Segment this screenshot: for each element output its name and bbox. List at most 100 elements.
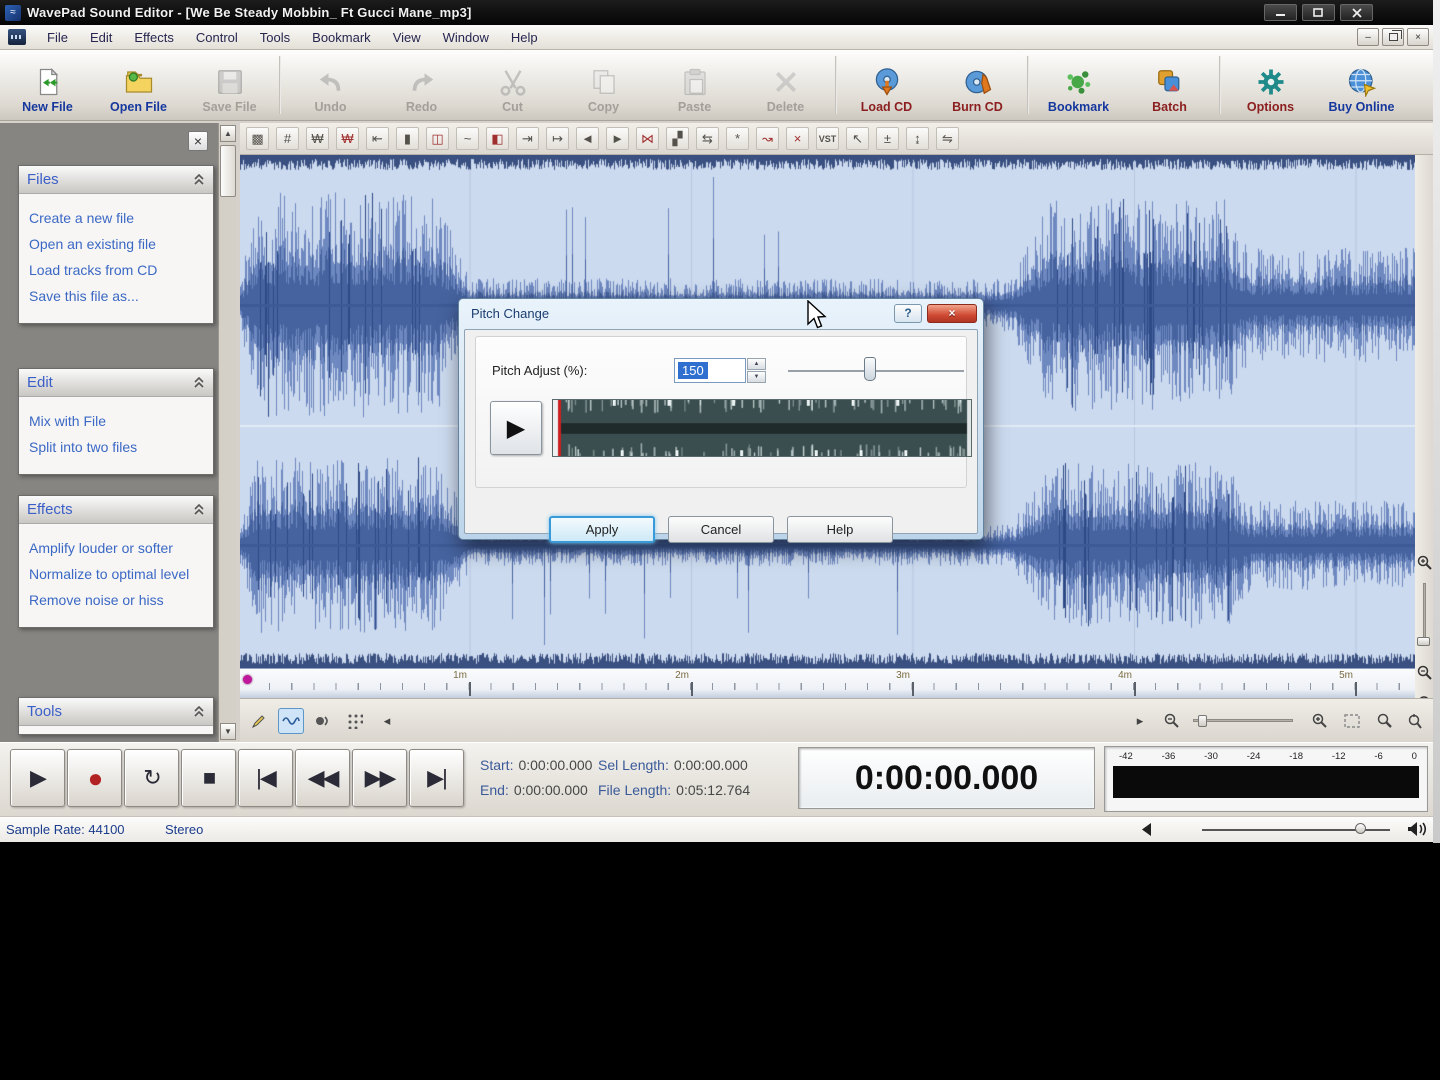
batch-button[interactable]: Batch [1124, 53, 1215, 117]
record-button[interactable]: ● [67, 749, 122, 807]
sidebar-close-button[interactable]: × [188, 131, 208, 151]
apply-button[interactable]: Apply [549, 516, 655, 543]
edit-tool-icon-10[interactable]: ⇥ [516, 127, 539, 150]
scroll-back-button[interactable]: ◂ [374, 708, 400, 734]
minimize-button[interactable] [1264, 4, 1297, 21]
link-mix-with-file[interactable]: Mix with File [29, 412, 201, 431]
edit-tool-icon-16[interactable]: ⇆ [696, 127, 719, 150]
scroll-up-icon[interactable]: ▲ [220, 125, 236, 142]
undo-button[interactable]: Undo [285, 53, 376, 117]
zoom-in-button[interactable] [1307, 708, 1333, 734]
playhead-marker[interactable] [243, 675, 252, 684]
save-file-button[interactable]: Save File [184, 53, 275, 117]
options-button[interactable]: Options [1225, 53, 1316, 117]
pitch-adjust-spinner[interactable]: ▲ ▼ [747, 358, 766, 383]
link-load-tracks-cd[interactable]: Load tracks from CD [29, 261, 201, 280]
close-button[interactable] [1340, 4, 1373, 21]
collapse-chevron-icon[interactable] [193, 174, 205, 185]
edit-tool-icon-21[interactable]: ↖ [846, 127, 869, 150]
dialog-help-button[interactable]: ? [894, 303, 922, 323]
scroll-forward-button[interactable]: ▸ [1127, 708, 1153, 734]
go-to-start-button[interactable]: |◀ [238, 749, 293, 807]
sidebar-scrollbar[interactable]: ▲ ▼ [218, 123, 236, 742]
grid-tool-button[interactable] [342, 708, 368, 734]
edit-tool-icon-6[interactable]: ▮ [396, 127, 419, 150]
speaker-loud-icon[interactable] [1408, 820, 1428, 838]
rewind-button[interactable]: ◀◀ [295, 749, 350, 807]
edit-tool-icon-9[interactable]: ◧ [486, 127, 509, 150]
zoom-selection-button[interactable] [1371, 708, 1397, 734]
help-button[interactable]: Help [787, 516, 893, 543]
maximize-button[interactable] [1302, 4, 1335, 21]
copy-button[interactable]: Copy [558, 53, 649, 117]
preview-waveform[interactable] [552, 399, 972, 457]
scroll-down-icon[interactable]: ▼ [220, 723, 236, 740]
edit-tool-icon-7[interactable]: ◫ [426, 127, 449, 150]
edit-tool-icon-15[interactable]: ▞ [666, 127, 689, 150]
menu-bookmark[interactable]: Bookmark [301, 26, 382, 49]
link-save-file-as[interactable]: Save this file as... [29, 287, 201, 306]
pitch-slider[interactable] [788, 370, 964, 372]
edit-tool-icon-4[interactable]: ₩ [336, 127, 359, 150]
burn-cd-button[interactable]: Burn CD [932, 53, 1023, 117]
cancel-button[interactable]: Cancel [668, 516, 774, 543]
zoom-vertical-out-button[interactable] [1415, 665, 1433, 680]
link-amplify[interactable]: Amplify louder or softer [29, 539, 201, 558]
load-cd-button[interactable]: Load CD [841, 53, 932, 117]
mdi-restore-button[interactable] [1382, 28, 1404, 46]
edit-tool-icon-14[interactable]: ⋈ [636, 127, 659, 150]
menu-edit[interactable]: Edit [79, 26, 123, 49]
spin-up-icon[interactable]: ▲ [747, 358, 766, 370]
scrollbar-thumb[interactable] [220, 145, 236, 197]
pitch-slider-thumb[interactable] [864, 357, 876, 381]
volume-slider-thumb[interactable] [1355, 823, 1366, 834]
menu-view[interactable]: View [382, 26, 432, 49]
cut-button[interactable]: Cut [467, 53, 558, 117]
menu-window[interactable]: Window [432, 26, 500, 49]
tools-panel-header[interactable]: Tools [19, 698, 213, 726]
collapse-chevron-icon[interactable] [193, 377, 205, 388]
vertical-zoom-slider[interactable] [1423, 583, 1426, 645]
edit-tool-icon-12[interactable]: ◄ [576, 127, 599, 150]
zoom-slider-thumb[interactable] [1198, 715, 1207, 727]
edit-tool-icon-20[interactable]: VST [816, 127, 839, 150]
draw-tool-button[interactable] [246, 708, 272, 734]
paste-button[interactable]: Paste [649, 53, 740, 117]
edit-tool-icon-24[interactable]: ⇋ [936, 127, 959, 150]
link-create-new-file[interactable]: Create a new file [29, 209, 201, 228]
timeline-ruler[interactable]: 1m 2m 3m 4m 5m [240, 668, 1415, 698]
zoom-vertical-in-button[interactable] [1415, 555, 1433, 570]
menu-help[interactable]: Help [500, 26, 549, 49]
link-open-existing-file[interactable]: Open an existing file [29, 235, 201, 254]
delete-button[interactable]: Delete [740, 53, 831, 117]
edit-tool-icon-3[interactable]: ₩ [306, 127, 329, 150]
select-tool-button[interactable] [278, 707, 304, 734]
edit-tool-icon-8[interactable]: ~ [456, 127, 479, 150]
edit-tool-icon-18[interactable]: ↝ [756, 127, 779, 150]
stop-button[interactable]: ■ [181, 749, 236, 807]
play-button[interactable]: ▶ [10, 749, 65, 807]
menu-effects[interactable]: Effects [123, 26, 185, 49]
redo-button[interactable]: Redo [376, 53, 467, 117]
edit-tool-icon-11[interactable]: ↦ [546, 127, 569, 150]
preview-play-button[interactable]: ▶ [490, 401, 542, 455]
bookmark-button[interactable]: Bookmark [1033, 53, 1124, 117]
edit-tool-icon-5[interactable]: ⇤ [366, 127, 389, 150]
zoom-slider[interactable] [1193, 715, 1293, 727]
scrub-tool-button[interactable] [310, 708, 336, 734]
go-to-end-button[interactable]: ▶| [409, 749, 464, 807]
dialog-close-button[interactable]: × [927, 303, 977, 323]
mdi-close-button[interactable]: × [1407, 28, 1429, 46]
edit-tool-icon-22[interactable]: ± [876, 127, 899, 150]
menu-control[interactable]: Control [185, 26, 249, 49]
edit-tool-icon-19[interactable]: × [786, 127, 809, 150]
edit-tool-icon-17[interactable]: * [726, 127, 749, 150]
link-split-two-files[interactable]: Split into two files [29, 438, 201, 457]
spin-down-icon[interactable]: ▼ [747, 371, 766, 383]
buy-online-button[interactable]: Buy Online [1316, 53, 1407, 117]
speaker-quiet-icon[interactable] [1138, 823, 1152, 836]
pitch-adjust-input[interactable]: 150 [674, 358, 746, 383]
edit-panel-header[interactable]: Edit [19, 369, 213, 397]
zoom-cursor-button[interactable] [1403, 708, 1429, 734]
dialog-title-bar[interactable]: Pitch Change ? × [459, 299, 983, 327]
